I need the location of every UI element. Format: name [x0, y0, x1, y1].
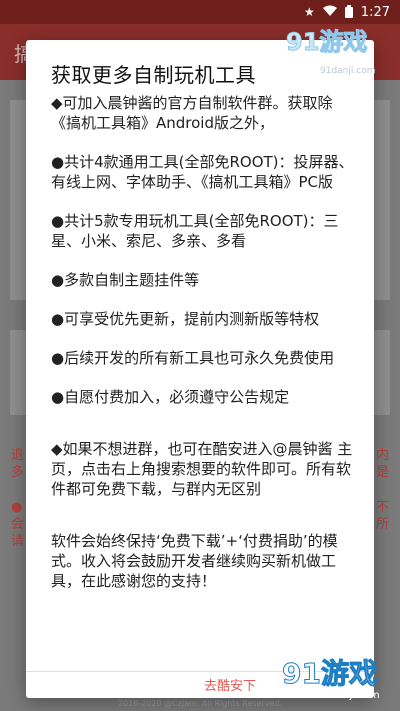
dialog-title: 获取更多自制玩机工具	[51, 63, 256, 87]
dialog-paragraph: 软件会始终保持‘免费下载’+‘付费捐助’的模式。收入将会鼓励开发者继续购买新机做…	[51, 532, 338, 590]
dialog-paragraph: ●共计5款专用玩机工具(全部免ROOT)：三星、小米、索尼、多亲、多看	[51, 212, 339, 250]
dialog-body[interactable]: ◆可加入晨钟酱的官方自制软件群。获取除《搞机工具箱》Android版之外， ●共…	[51, 93, 356, 675]
star-icon: ★	[304, 5, 315, 19]
watermark-site: 91danji.com	[320, 66, 376, 76]
dialog-paragraph: ●可享受优先更新，提前内测新版等特权	[51, 310, 320, 328]
watermark-site: 91danji.com	[318, 690, 380, 701]
background-text-right: 内 是 不 所	[376, 448, 390, 532]
dialog-paragraph: ●后续开发的所有新工具也可永久免费使用	[51, 349, 335, 367]
dialog-paragraph: ●共计4款通用工具(全部免ROOT)：投屏器、有线上网、字体助手、《搞机工具箱》…	[51, 153, 354, 191]
wifi-icon	[322, 5, 337, 19]
watermark-brand: 91游戏	[285, 28, 368, 57]
background-text-left: 退 多 ● 会 请	[11, 448, 25, 549]
dialog-paragraph: ◆如果不想进群，也可在酷安进入@晨钟酱 主页，点击右上角搜索想要的软件即可。所有…	[51, 440, 353, 498]
watermark-logo-top: 91游戏 91danji.com	[280, 18, 392, 84]
dialog-paragraph: ◆可加入晨钟酱的官方自制软件群。获取除《搞机工具箱》Android版之外，	[51, 94, 333, 132]
go-coolapk-button[interactable]: 去酷安下	[204, 675, 256, 694]
watermark-logo-bottom: 91游戏 91danji.com	[282, 652, 397, 710]
info-dialog: 获取更多自制玩机工具 ◆可加入晨钟酱的官方自制软件群。获取除《搞机工具箱》And…	[26, 40, 374, 698]
watermark-brand: 91游戏	[282, 657, 378, 691]
dialog-paragraph: ●自愿付费加入，必须遵守公告规定	[51, 388, 290, 406]
dialog-paragraph: ●多款自制主题挂件等	[51, 271, 200, 289]
